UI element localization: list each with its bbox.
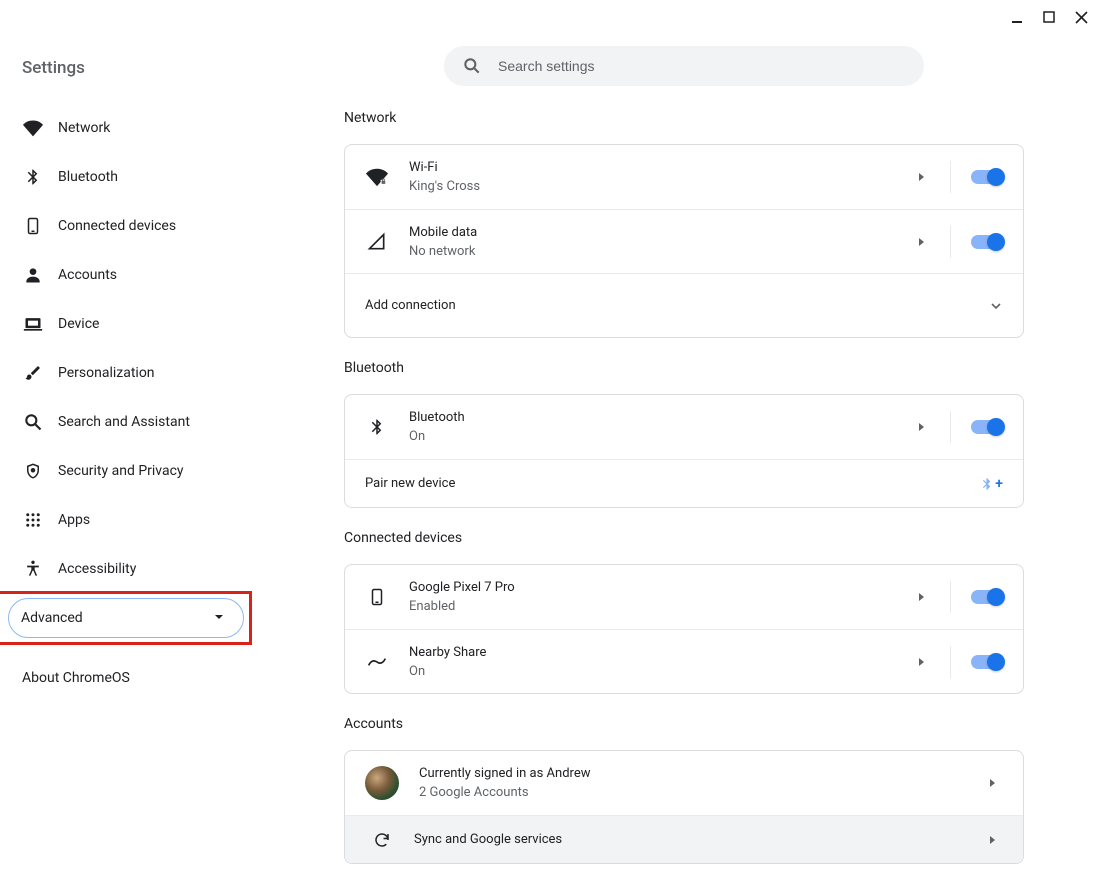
phone-label: Google Pixel 7 Pro [409,580,918,595]
sidebar-label: Security and Privacy [58,463,184,479]
separator [950,226,951,258]
advanced-label: Advanced [21,610,83,626]
chevron-right-icon [918,592,928,602]
chevron-right-icon [918,172,928,182]
chevron-right-icon [918,237,928,247]
nearby-share-row[interactable]: Nearby Share On [345,629,1023,693]
bluetooth-status: On [409,429,918,444]
sidebar-item-about[interactable]: About ChromeOS [8,658,268,698]
add-connection-label: Add connection [365,298,989,313]
bluetooth-toggle[interactable] [971,420,1003,434]
cellular-icon [365,230,389,254]
chevron-down-icon [989,299,1003,313]
sidebar-item-security-privacy[interactable]: Security and Privacy [8,451,268,491]
search-icon [22,411,44,433]
sidebar-item-accessibility[interactable]: Accessibility [8,549,268,589]
chevron-down-icon [213,611,227,625]
mobile-data-label: Mobile data [409,225,918,240]
sidebar-item-accounts[interactable]: Accounts [8,255,268,295]
phone-row[interactable]: Google Pixel 7 Pro Enabled [345,565,1023,629]
wifi-toggle[interactable] [971,170,1003,184]
phone-icon [22,215,44,237]
account-row[interactable]: Currently signed in as Andrew 2 Google A… [345,751,1023,815]
search-bar[interactable] [444,46,924,86]
bluetooth-icon [22,166,44,188]
sidebar-label: Bluetooth [58,169,118,185]
mobile-data-row[interactable]: Mobile data No network [345,209,1023,273]
sidebar-item-advanced[interactable]: Advanced [8,598,244,638]
bluetooth-icon [365,415,389,439]
wifi-label: Wi-Fi [409,160,918,175]
sync-services-row[interactable]: Sync and Google services [345,815,1023,863]
sync-label: Sync and Google services [414,832,989,847]
wifi-row[interactable]: Wi-Fi King's Cross [345,145,1023,209]
phone-toggle[interactable] [971,590,1003,604]
sidebar-label: Device [58,316,99,332]
laptop-icon [22,313,44,335]
chevron-right-icon [989,778,999,788]
chevron-right-icon [918,422,928,432]
section-title-network: Network [344,110,1024,126]
wifi-icon [22,117,44,139]
search-input[interactable] [498,58,906,74]
nearby-toggle[interactable] [971,655,1003,669]
sidebar-item-device[interactable]: Device [8,304,268,344]
sidebar-item-personalization[interactable]: Personalization [8,353,268,393]
account-count: 2 Google Accounts [419,785,989,800]
chevron-right-icon [989,835,999,845]
close-button[interactable] [1072,8,1090,26]
bluetooth-label: Bluetooth [409,410,918,425]
sidebar-label: Accounts [58,267,117,283]
section-title-accounts: Accounts [344,716,1024,732]
brush-icon [22,362,44,384]
pair-label: Pair new device [365,476,980,491]
search-icon [462,56,482,76]
sidebar-label: Search and Assistant [58,414,190,430]
separator [950,411,951,443]
signed-in-label: Currently signed in as Andrew [419,766,989,781]
minimize-button[interactable] [1008,8,1026,26]
section-title-bluetooth: Bluetooth [344,360,1024,376]
sidebar-item-connected-devices[interactable]: Connected devices [8,206,268,246]
section-title-connected: Connected devices [344,530,1024,546]
phone-icon [365,585,389,609]
settings-title: Settings [8,58,268,78]
nearby-label: Nearby Share [409,645,918,660]
bluetooth-row[interactable]: Bluetooth On [345,395,1023,459]
apps-icon [22,509,44,531]
sidebar-label: Network [58,120,110,136]
add-connection-row[interactable]: Add connection [345,273,1023,337]
person-icon [22,264,44,286]
sidebar-item-apps[interactable]: Apps [8,500,268,540]
sync-icon [370,828,394,852]
sidebar-label: Personalization [58,365,155,381]
sidebar-item-bluetooth[interactable]: Bluetooth [8,157,268,197]
sidebar-label: Apps [58,512,90,528]
sidebar-item-network[interactable]: Network [8,108,268,148]
separator [950,581,951,613]
sidebar-label: Accessibility [58,561,136,577]
phone-status: Enabled [409,599,918,614]
pair-new-device-row[interactable]: Pair new device + [345,459,1023,507]
nearby-share-icon [365,650,389,674]
shield-icon [22,460,44,482]
nearby-status: On [409,664,918,679]
maximize-button[interactable] [1040,8,1058,26]
separator [950,161,951,193]
mobile-data-status: No network [409,244,918,259]
mobile-data-toggle[interactable] [971,235,1003,249]
sidebar-label: Connected devices [58,218,176,234]
accessibility-icon [22,558,44,580]
sidebar-item-search-assistant[interactable]: Search and Assistant [8,402,268,442]
wifi-secure-icon [365,165,389,189]
chevron-right-icon [918,657,928,667]
bluetooth-pair-icon: + [980,476,1003,492]
wifi-network-name: King's Cross [409,179,918,194]
avatar [365,766,399,800]
separator [950,646,951,678]
